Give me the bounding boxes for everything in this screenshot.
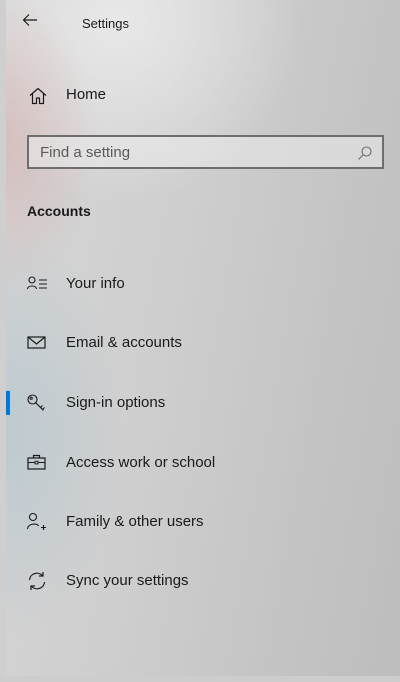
back-button[interactable] [22,13,48,35]
nav-label-sync-settings: Sync your settings [66,572,189,589]
nav-label-email-accounts: Email & accounts [66,334,182,351]
envelope-icon [27,336,46,349]
selected-indicator [6,391,10,415]
search-icon[interactable] [357,145,373,161]
person-card-icon [26,276,47,290]
title-bar: Settings [0,0,400,48]
nav-label-access-work-school: Access work or school [66,454,216,471]
home-label: Home [66,86,107,103]
nav-item-your-info[interactable]: Your info [6,264,386,304]
sync-icon [28,572,46,590]
nav-label-sign-in-options: Sign-in options [66,394,166,411]
nav-item-email-accounts[interactable]: Email & accounts [6,323,386,363]
section-heading: Accounts [27,203,91,219]
bottom-edge [0,676,400,682]
search-box[interactable]: Find a setting [27,135,384,169]
search-input[interactable]: Find a setting [40,144,130,161]
home-nav-item[interactable]: Home [20,80,380,112]
person-add-icon [26,512,46,530]
nav-item-family-other-users[interactable]: Family & other users [6,502,386,542]
nav-label-your-info: Your info [66,275,125,292]
settings-pane: Settings Home Find a setting Accounts Yo… [0,0,400,682]
window-title: Settings [82,16,129,31]
back-arrow-icon [22,14,37,26]
nav-label-family-other-users: Family & other users [66,513,204,530]
nav-item-sign-in-options[interactable]: Sign-in options [6,383,386,423]
briefcase-icon [27,454,46,470]
home-icon [29,87,47,105]
nav-item-access-work-school[interactable]: Access work or school [6,443,386,483]
nav-item-sync-settings[interactable]: Sync your settings [6,561,386,601]
key-icon [27,394,45,411]
